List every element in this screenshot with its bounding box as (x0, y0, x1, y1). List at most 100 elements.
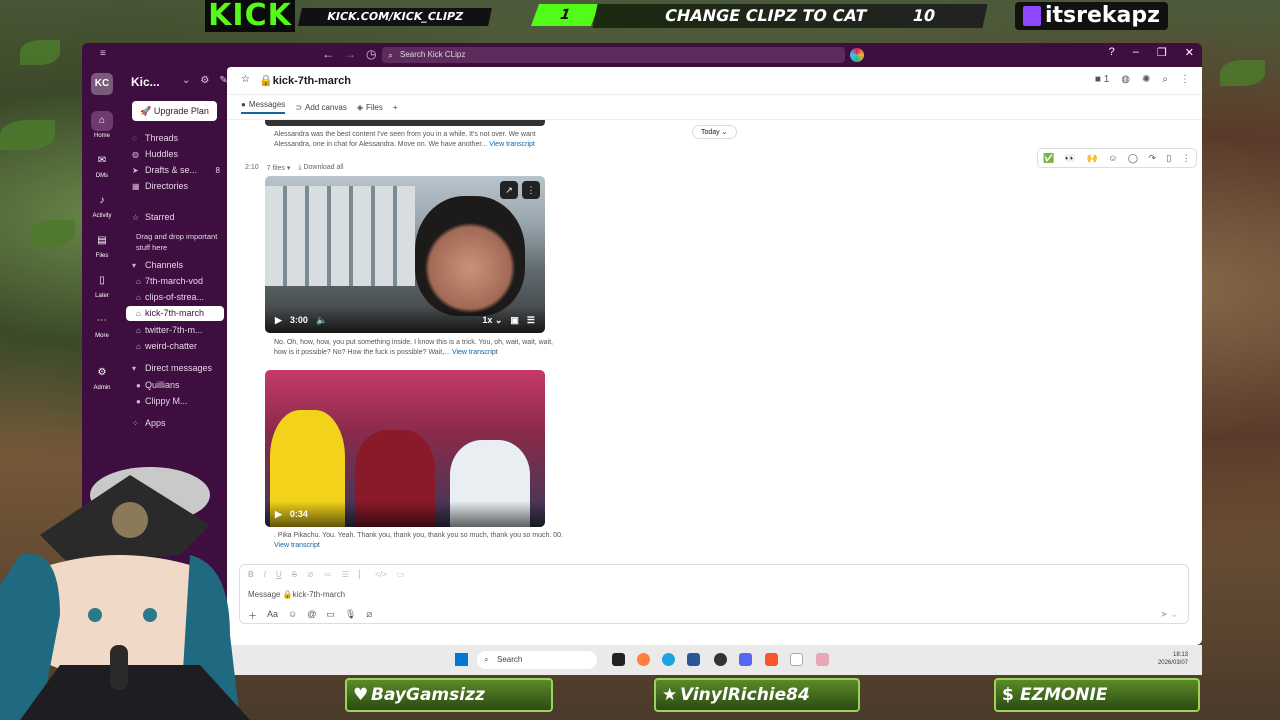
brave-icon[interactable] (765, 653, 778, 666)
taskbar-search[interactable]: ⌕ Search (477, 651, 597, 669)
menu-icon[interactable]: ☰ (527, 315, 535, 326)
microphone-icon[interactable]: 🎙 (345, 609, 356, 622)
notifications-icon[interactable]: ✺ (1142, 74, 1150, 85)
sidebar-item-threads[interactable]: ◌ Threads (126, 131, 224, 146)
workspace-avatar[interactable]: KC (91, 73, 113, 95)
store-icon[interactable] (687, 653, 700, 666)
more-vertical-icon[interactable]: ⋮ (522, 181, 540, 199)
notepad-icon[interactable] (790, 653, 803, 666)
obs-icon[interactable] (714, 653, 727, 666)
eyes-icon[interactable]: 👀 (1065, 153, 1076, 164)
app-icon[interactable] (816, 653, 829, 666)
sidebar-item-apps[interactable]: ⁘ Apps (126, 416, 224, 431)
emoji-icon[interactable]: ☺ (1108, 153, 1117, 163)
restore-icon[interactable]: ❐ (1157, 46, 1167, 59)
view-transcript-link[interactable]: View transcript (452, 349, 498, 356)
files-toggle[interactable]: 7 files ▾ (267, 164, 291, 172)
workspace-name[interactable]: Kic... (131, 75, 160, 89)
date-divider[interactable]: Today ⌄ (692, 125, 737, 139)
taskbar-clock[interactable]: 18:13 2026/03/07 (1158, 651, 1188, 667)
app-icon[interactable] (637, 653, 650, 666)
code-block-icon[interactable]: ▭ (397, 570, 405, 579)
video-icon[interactable]: ▭ (326, 609, 335, 622)
rail-home[interactable]: ⌂ Home (82, 111, 122, 139)
emoji-icon[interactable]: ☺ (288, 609, 297, 622)
sidebar-item-channel[interactable]: ⌂ twitter-7th-m... (126, 323, 224, 338)
windows-start-icon[interactable] (455, 653, 468, 666)
more-vertical-icon[interactable]: ⋮ (1180, 74, 1190, 85)
strikethrough-icon[interactable]: S (292, 570, 297, 579)
forward-icon[interactable]: ↷ (1148, 153, 1156, 164)
play-icon[interactable]: ▶ (275, 315, 282, 326)
more-vertical-icon[interactable]: ⋮ (1182, 153, 1191, 164)
slash-icon[interactable]: ⧄ (366, 609, 372, 622)
chevron-down-icon[interactable]: ⌄ (182, 75, 190, 86)
underline-icon[interactable]: U (276, 570, 282, 579)
clap-icon[interactable]: 🙌 (1087, 153, 1098, 164)
discord-icon[interactable] (739, 653, 752, 666)
minimize-icon[interactable]: – (1133, 46, 1139, 59)
code-icon[interactable]: </> (375, 570, 387, 579)
sidebar-section-starred[interactable]: ☆ Starred (126, 210, 224, 225)
tab-messages[interactable]: ● Messages (241, 100, 286, 114)
view-transcript-link[interactable]: View transcript (274, 542, 320, 549)
back-arrow-icon[interactable]: ← (322, 47, 334, 61)
sidebar-item-channel[interactable]: ⌂ 7th-march-vod (126, 274, 224, 289)
volume-icon[interactable]: 🔈 (316, 315, 327, 326)
share-icon[interactable]: ↗ (500, 181, 518, 199)
upgrade-plan-button[interactable]: 🚀 Upgrade Plan (132, 101, 217, 121)
rail-dms[interactable]: ✉ DMs (82, 151, 122, 179)
sidebar-item-drafts[interactable]: ➤ Drafts & se... 8 (126, 163, 224, 178)
bullet-list-icon[interactable]: ☰ (342, 570, 349, 579)
bookmark-icon[interactable]: ▯ (1166, 153, 1171, 164)
history-icon[interactable]: ◷ (366, 47, 376, 61)
previous-video-thumbnail[interactable] (265, 120, 545, 126)
sidebar-item-directories[interactable]: ▦ Directories (126, 179, 224, 194)
close-icon[interactable]: ✕ (1185, 46, 1194, 59)
tab-files[interactable]: ◈ Files (357, 100, 383, 114)
speed-button[interactable]: 1x ⌄ (482, 315, 502, 326)
app-icon[interactable] (612, 653, 625, 666)
rail-more[interactable]: ⋯ More (82, 311, 122, 339)
rail-admin[interactable]: ⚙ Admin (82, 363, 122, 391)
send-button[interactable]: ➤ ⌄ (1160, 609, 1178, 620)
ordered-list-icon[interactable]: ≔ (324, 570, 332, 579)
search-input[interactable]: ⌕ Search Kick CLipz (382, 47, 845, 63)
sidebar-item-channel[interactable]: ⌂ weird-chatter (126, 339, 224, 354)
sidebar-item-dm[interactable]: ● Quillians (126, 378, 224, 393)
add-tab-icon[interactable]: + (393, 100, 398, 114)
download-all-button[interactable]: ⤓ Download all (298, 164, 343, 172)
rail-activity[interactable]: ♪ Activity (82, 191, 122, 219)
sidebar-item-huddles[interactable]: ◍ Huddles (126, 147, 224, 162)
hamburger-icon[interactable]: ≡ (100, 48, 106, 59)
quote-icon[interactable]: ▏ (359, 570, 365, 579)
link-icon[interactable]: ⊘ (307, 570, 314, 579)
message-input[interactable]: Message 🔒kick-7th-march (248, 590, 345, 599)
sidebar-section-channels[interactable]: ▾ Channels (126, 258, 224, 273)
rail-later[interactable]: ▯ Later (82, 271, 122, 299)
reply-icon[interactable]: ◯ (1128, 153, 1138, 164)
tab-add-canvas[interactable]: ⊃ Add canvas (295, 100, 347, 114)
sidebar-item-channel-active[interactable]: ⌂ kick-7th-march (126, 306, 224, 321)
sidebar-item-channel[interactable]: ⌂ clips-of-strea... (126, 290, 224, 305)
channel-title[interactable]: 🔒kick-7th-march (259, 74, 351, 87)
format-icon[interactable]: Aa (267, 609, 278, 622)
user-avatar[interactable] (850, 48, 864, 62)
search-icon[interactable]: ⌕ (1162, 74, 1168, 85)
edge-icon[interactable] (662, 653, 675, 666)
mention-icon[interactable]: @ (307, 609, 316, 622)
message-composer[interactable]: B I U S ⊘ ≔ ☰ ▏ </> ▭ Message 🔒kick-7th-… (239, 564, 1189, 624)
video-player[interactable]: ▶ 0:34 (265, 370, 545, 527)
help-icon[interactable]: ? (1109, 46, 1115, 59)
check-icon[interactable]: ✅ (1043, 153, 1054, 164)
captions-icon[interactable]: ▣ (510, 315, 519, 326)
star-icon[interactable]: ☆ (241, 74, 250, 85)
sidebar-section-dms[interactable]: ▾ Direct messages (126, 361, 224, 376)
rail-files[interactable]: ▤ Files (82, 231, 122, 259)
video-player[interactable]: ↗ ⋮ ▶ 3:00 🔈 1x ⌄ ▣ ☰ (265, 176, 545, 333)
settings-icon[interactable]: ⚙ (200, 75, 209, 86)
play-icon[interactable]: ▶ (275, 509, 282, 520)
view-transcript-link[interactable]: View transcript (489, 141, 535, 148)
members-button[interactable]: ■ 1 (1095, 74, 1109, 85)
forward-arrow-icon[interactable]: → (344, 47, 356, 61)
